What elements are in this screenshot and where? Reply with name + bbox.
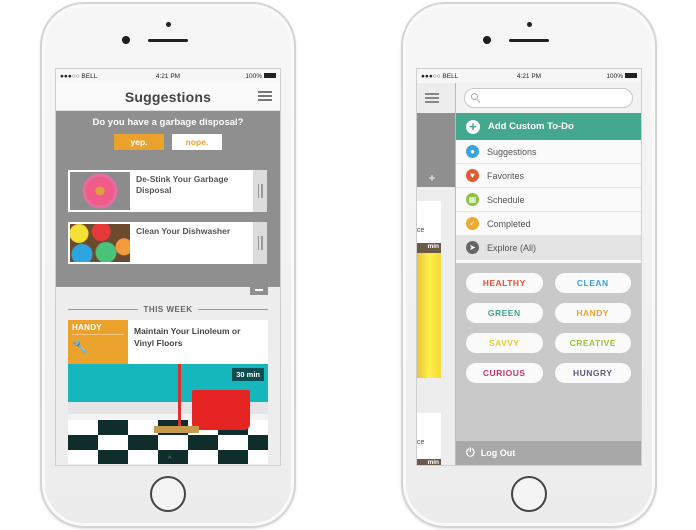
tag-hungry[interactable]: HUNGRY: [554, 363, 631, 383]
search-icon: [471, 93, 478, 100]
phone-left: ●●●○○ BELL 4:21 PM 100% Suggestions Do y…: [40, 2, 296, 528]
task-image: 30 min: [68, 364, 268, 464]
underlying-image: [417, 253, 441, 378]
tag-healthy[interactable]: HEALTHY: [466, 273, 543, 293]
search-field[interactable]: [464, 88, 633, 108]
proximity-sensor: [527, 22, 532, 27]
page-title: Suggestions: [124, 88, 212, 105]
week-task-card[interactable]: HANDY 🔧 Maintain Your Linoleum or Vinyl …: [68, 320, 268, 464]
logout-label: Log Out: [480, 448, 516, 458]
menu-item-label: Favorites: [487, 170, 525, 181]
menu-item-label: Schedule: [487, 194, 525, 205]
yes-button[interactable]: yep.: [114, 134, 164, 150]
drag-handle-icon[interactable]: [253, 222, 267, 264]
menu-item-schedule[interactable]: ▦ Schedule: [456, 188, 641, 212]
tag-clean[interactable]: CLEAN: [554, 273, 631, 293]
logout-button[interactable]: ⏻ Log Out: [456, 441, 641, 465]
earpiece-speaker: [148, 39, 188, 42]
tag-green[interactable]: GREEN: [466, 303, 543, 323]
bucket: [192, 390, 250, 430]
side-menu: + Add Custom To-Do ● Suggestions ♥ Favor…: [455, 83, 641, 465]
tag-handy[interactable]: HANDY: [554, 303, 631, 323]
phone-right: ●●●○○ BELL 4:21 PM 100% + ce min ce min …: [401, 2, 657, 528]
underlying-page[interactable]: + ce min ce min: [417, 83, 455, 465]
menu-item-explore[interactable]: ➤ Explore (All): [456, 236, 641, 260]
scroll-up-icon[interactable]: ^: [168, 456, 171, 463]
suggestion-card[interactable]: De-Stink Your Garbage Disposal: [68, 170, 267, 212]
underlying-card-text: ce: [417, 413, 441, 459]
collapse-button[interactable]: [250, 285, 268, 295]
wrench-icon: 🔧: [72, 339, 89, 354]
question-panel: Do you have a garbage disposal? yep. nop…: [56, 111, 280, 295]
category-tags: HEALTHY CLEAN GREEN HANDY SAVVY CREATIVE…: [456, 263, 641, 441]
menu-item-label: Completed: [487, 218, 531, 229]
add-custom-todo-label: Add Custom To-Do: [488, 121, 574, 132]
status-bar: ●●●○○ BELL 4:21 PM 100%: [56, 69, 280, 83]
proximity-sensor: [166, 22, 171, 27]
duration-badge: 30 min: [232, 368, 264, 381]
checkmark-icon: ✓: [466, 217, 479, 230]
suggestion-title: De-Stink Your Garbage Disposal: [136, 174, 229, 195]
menu-item-label: Explore (All): [487, 242, 537, 253]
tag-curious[interactable]: CURIOUS: [466, 363, 543, 383]
menu-item-label: Suggestions: [487, 146, 537, 157]
expand-plus-icon[interactable]: +: [423, 171, 441, 185]
home-button[interactable]: [511, 476, 547, 512]
tag-savvy[interactable]: SAVVY: [466, 333, 543, 353]
status-time: 4:21 PM: [155, 72, 181, 80]
no-button[interactable]: nope.: [172, 134, 222, 150]
drag-handle-icon[interactable]: [253, 170, 267, 212]
status-time: 4:21 PM: [516, 72, 542, 80]
person-icon: ●: [466, 145, 479, 158]
hamburger-icon[interactable]: [425, 93, 439, 103]
front-camera: [483, 36, 491, 44]
calendar-icon: ▦: [466, 193, 479, 206]
earpiece-speaker: [509, 39, 549, 42]
front-camera: [122, 36, 130, 44]
search-input[interactable]: [483, 91, 617, 105]
heart-icon: ♥: [466, 169, 479, 182]
task-title: Maintain Your Linoleum or Vinyl Floors: [134, 326, 241, 348]
minus-icon: [255, 289, 263, 291]
suggestion-card[interactable]: Clean Your Dishwasher: [68, 222, 267, 264]
menu-screen: ●●●○○ BELL 4:21 PM 100% + ce min ce min …: [416, 68, 642, 466]
title-bar: Suggestions: [56, 83, 280, 111]
underlying-duration-badge: min: [417, 459, 441, 465]
tag-creative[interactable]: CREATIVE: [554, 333, 631, 353]
cursor-icon: ➤: [466, 241, 479, 254]
mop-head: [154, 426, 199, 433]
status-bar: ●●●○○ BELL 4:21 PM 100%: [417, 69, 641, 83]
mop-stick: [178, 364, 181, 426]
section-header-label: THIS WEEK: [143, 305, 193, 314]
question-text: Do you have a garbage disposal?: [92, 117, 244, 128]
suggestion-thumbnail: [70, 172, 130, 210]
menu-item-suggestions[interactable]: ● Suggestions: [456, 140, 641, 164]
underlying-card-text: ce: [417, 201, 441, 243]
suggestion-thumbnail: [70, 224, 130, 262]
add-custom-todo-button[interactable]: + Add Custom To-Do: [456, 113, 641, 140]
menu-item-completed[interactable]: ✓ Completed: [456, 212, 641, 236]
search-row: [456, 83, 641, 113]
section-header: THIS WEEK: [68, 305, 269, 314]
category-badge: HANDY 🔧: [68, 320, 128, 364]
menu-item-favorites[interactable]: ♥ Favorites: [456, 164, 641, 188]
category-label: HANDY: [72, 323, 124, 335]
hamburger-icon[interactable]: [258, 91, 272, 101]
home-button[interactable]: [150, 476, 186, 512]
suggestions-screen: ●●●○○ BELL 4:21 PM 100% Suggestions Do y…: [55, 68, 281, 466]
plus-circle-icon: +: [466, 119, 480, 134]
power-icon: ⏻: [466, 446, 475, 459]
suggestion-title: Clean Your Dishwasher: [136, 226, 231, 236]
underlying-duration-badge: min: [417, 243, 441, 253]
